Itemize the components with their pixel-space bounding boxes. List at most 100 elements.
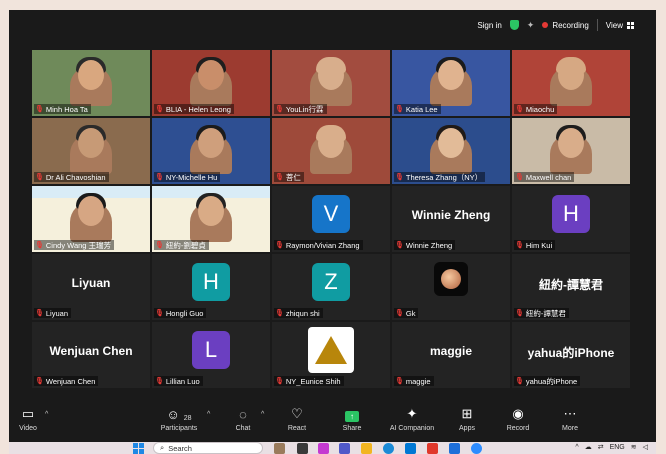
participant-name-label: 🎙 Lillian Luo xyxy=(154,376,203,386)
participant-gallery: 🎙 Minh Hoa Ta 🎙 BLIA - Helen Leong 🎙 YouLin行霖… xyxy=(32,50,632,390)
participant-display-name: 紐約-譚慧君 xyxy=(539,278,603,292)
apps-button[interactable]: ⊞ Apps xyxy=(455,402,479,442)
app-l-icon[interactable] xyxy=(427,443,438,454)
store-icon[interactable] xyxy=(405,443,416,454)
muted-mic-icon: 🎙 xyxy=(35,173,44,181)
participant-name: Wenjuan Chen xyxy=(45,376,96,386)
participant-name-label: 🎙 Miaochu xyxy=(514,104,558,114)
participants-button[interactable]: ☺ 28 Participants xyxy=(154,402,204,442)
person-face xyxy=(198,196,224,226)
participant-tile[interactable]: 🎙 菩仁 xyxy=(272,118,390,184)
participant-tile[interactable]: Z 🎙 zhiqun shi xyxy=(272,254,390,320)
participant-tile[interactable]: 🎙 Cindy Wang 王瑞芳 xyxy=(32,186,150,252)
muted-mic-icon: 🎙 xyxy=(395,241,404,249)
participant-tile[interactable]: Winnie Zheng 🎙 Winnie Zheng xyxy=(392,186,510,252)
taskbar-search-input[interactable]: ⌕ Search xyxy=(153,442,263,454)
network-share-icon[interactable]: ⇄ xyxy=(598,443,604,451)
participant-tile[interactable]: yahua的iPhone 🎙 yahua的iPhone xyxy=(512,322,630,388)
participant-tile[interactable]: 🎙 Maxwell chan xyxy=(512,118,630,184)
participant-tile[interactable]: 🎙 Minh Hoa Ta xyxy=(32,50,150,116)
participant-video xyxy=(512,118,630,174)
participant-video xyxy=(392,118,510,174)
participant-tile[interactable]: 紐約-譚慧君 🎙 紐約-譚慧君 xyxy=(512,254,630,320)
participant-tile[interactable]: 🎙 NY_Eunice Shih xyxy=(272,322,390,388)
participant-tile[interactable]: 🎙 Dr Ali Chavoshian xyxy=(32,118,150,184)
video-button[interactable]: ▭ Video xyxy=(13,402,43,442)
more-button[interactable]: ⋯ More xyxy=(558,402,582,442)
participant-tile[interactable]: 🎙 NY-Michelle Hu xyxy=(152,118,270,184)
muted-mic-icon: 🎙 xyxy=(35,105,44,113)
participant-name-label: 🎙 YouLin行霖 xyxy=(274,104,327,114)
view-button[interactable]: View xyxy=(606,21,634,30)
task-view-icon[interactable] xyxy=(297,443,308,454)
participant-tile[interactable]: 🎙 Miaochu xyxy=(512,50,630,116)
meeting-topbar: Sign in ✦ Recording View xyxy=(9,10,656,40)
recording-indicator[interactable]: Recording xyxy=(542,20,589,30)
person-face xyxy=(318,128,344,158)
sign-in-button[interactable]: Sign in xyxy=(477,21,501,30)
participant-tile[interactable]: 🎙 YouLin行霖 xyxy=(272,50,390,116)
chat-button[interactable]: ◌ Chat xyxy=(231,402,255,442)
apps-label: Apps xyxy=(459,425,475,432)
volume-icon[interactable]: ◁ xyxy=(643,443,648,451)
chat-options-chevron-icon[interactable]: ^ xyxy=(261,411,264,418)
edge-browser-icon[interactable] xyxy=(383,443,394,454)
taskbar-app-icon[interactable] xyxy=(274,443,285,454)
tray-chevron-icon[interactable]: ^ xyxy=(575,444,578,451)
participant-tile[interactable]: 🎙 紐約-劉碧貞 xyxy=(152,186,270,252)
recording-label: Recording xyxy=(552,20,589,30)
participant-name: 紐約-譚慧君 xyxy=(525,308,566,318)
participant-name-label: 🎙 菩仁 xyxy=(274,172,304,182)
person-face xyxy=(438,128,464,158)
participant-tile[interactable]: Wenjuan Chen 🎙 Wenjuan Chen xyxy=(32,322,150,388)
participant-tile[interactable]: L 🎙 Lillian Luo xyxy=(152,322,270,388)
heart-icon: ♡ xyxy=(291,406,303,421)
share-label: Share xyxy=(342,425,362,432)
file-explorer-icon[interactable] xyxy=(361,443,372,454)
teams-icon[interactable] xyxy=(339,443,350,454)
video-options-chevron-icon[interactable]: ^ xyxy=(45,411,48,418)
participant-name: 紐約-劉碧貞 xyxy=(165,240,206,250)
search-placeholder: Search xyxy=(168,443,192,453)
record-button[interactable]: ◉ Record xyxy=(505,402,531,442)
participant-tile[interactable]: 🎙 BLIA - Helen Leong xyxy=(152,50,270,116)
ai-sparkle-icon[interactable]: ✦ xyxy=(527,20,535,31)
avatar: H xyxy=(552,195,590,233)
participant-name-label: 🎙 Dr Ali Chavoshian xyxy=(34,172,109,182)
participant-name: Miaochu xyxy=(525,104,555,114)
zoom-app-icon[interactable] xyxy=(471,443,482,454)
system-tray: ^ ☁ ⇄ ENG ≋ ◁ xyxy=(575,443,648,452)
muted-mic-icon: 🎙 xyxy=(275,309,284,317)
participant-name: yahua的iPhone xyxy=(525,376,578,386)
language-indicator[interactable]: ENG xyxy=(610,444,625,451)
participants-options-chevron-icon[interactable]: ^ xyxy=(207,411,210,418)
participant-tile[interactable]: Liyuan 🎙 Liyuan xyxy=(32,254,150,320)
participant-tile[interactable]: V 🎙 Raymon/Vivian Zhang xyxy=(272,186,390,252)
app-grid-icon[interactable] xyxy=(449,443,460,454)
muted-mic-icon: 🎙 xyxy=(155,105,164,113)
chat-icon: ◌ xyxy=(239,407,247,422)
view-label: View xyxy=(605,20,623,30)
muted-mic-icon: 🎙 xyxy=(515,241,524,249)
share-button[interactable]: ↑ Share xyxy=(340,402,364,442)
muted-mic-icon: 🎙 xyxy=(275,241,284,249)
participant-tile[interactable]: 🎙 Katia Lee xyxy=(392,50,510,116)
participant-tile[interactable]: 🎙 Theresa Zhang（NY） xyxy=(392,118,510,184)
wifi-icon[interactable]: ≋ xyxy=(631,443,637,451)
security-shield-icon[interactable] xyxy=(509,20,519,30)
muted-mic-icon: 🎙 xyxy=(155,173,164,181)
person-face xyxy=(558,128,584,158)
participant-name-label: 🎙 Him Kui xyxy=(514,240,556,250)
react-button[interactable]: ♡ React xyxy=(285,402,309,442)
participant-tile[interactable]: H 🎙 Hongli Guo xyxy=(152,254,270,320)
participant-tile[interactable]: H 🎙 Him Kui xyxy=(512,186,630,252)
cloud-icon[interactable]: ☁ xyxy=(585,443,592,451)
profile-photo xyxy=(434,262,468,296)
ai-companion-button[interactable]: ✦ AI Companion xyxy=(387,402,437,442)
participant-tile[interactable]: maggie 🎙 maggie xyxy=(392,322,510,388)
muted-mic-icon: 🎙 xyxy=(155,241,164,249)
copilot-icon[interactable] xyxy=(318,443,329,454)
windows-start-icon[interactable] xyxy=(133,443,144,454)
participant-tile[interactable]: 🎙 Gk xyxy=(392,254,510,320)
muted-mic-icon: 🎙 xyxy=(395,173,404,181)
